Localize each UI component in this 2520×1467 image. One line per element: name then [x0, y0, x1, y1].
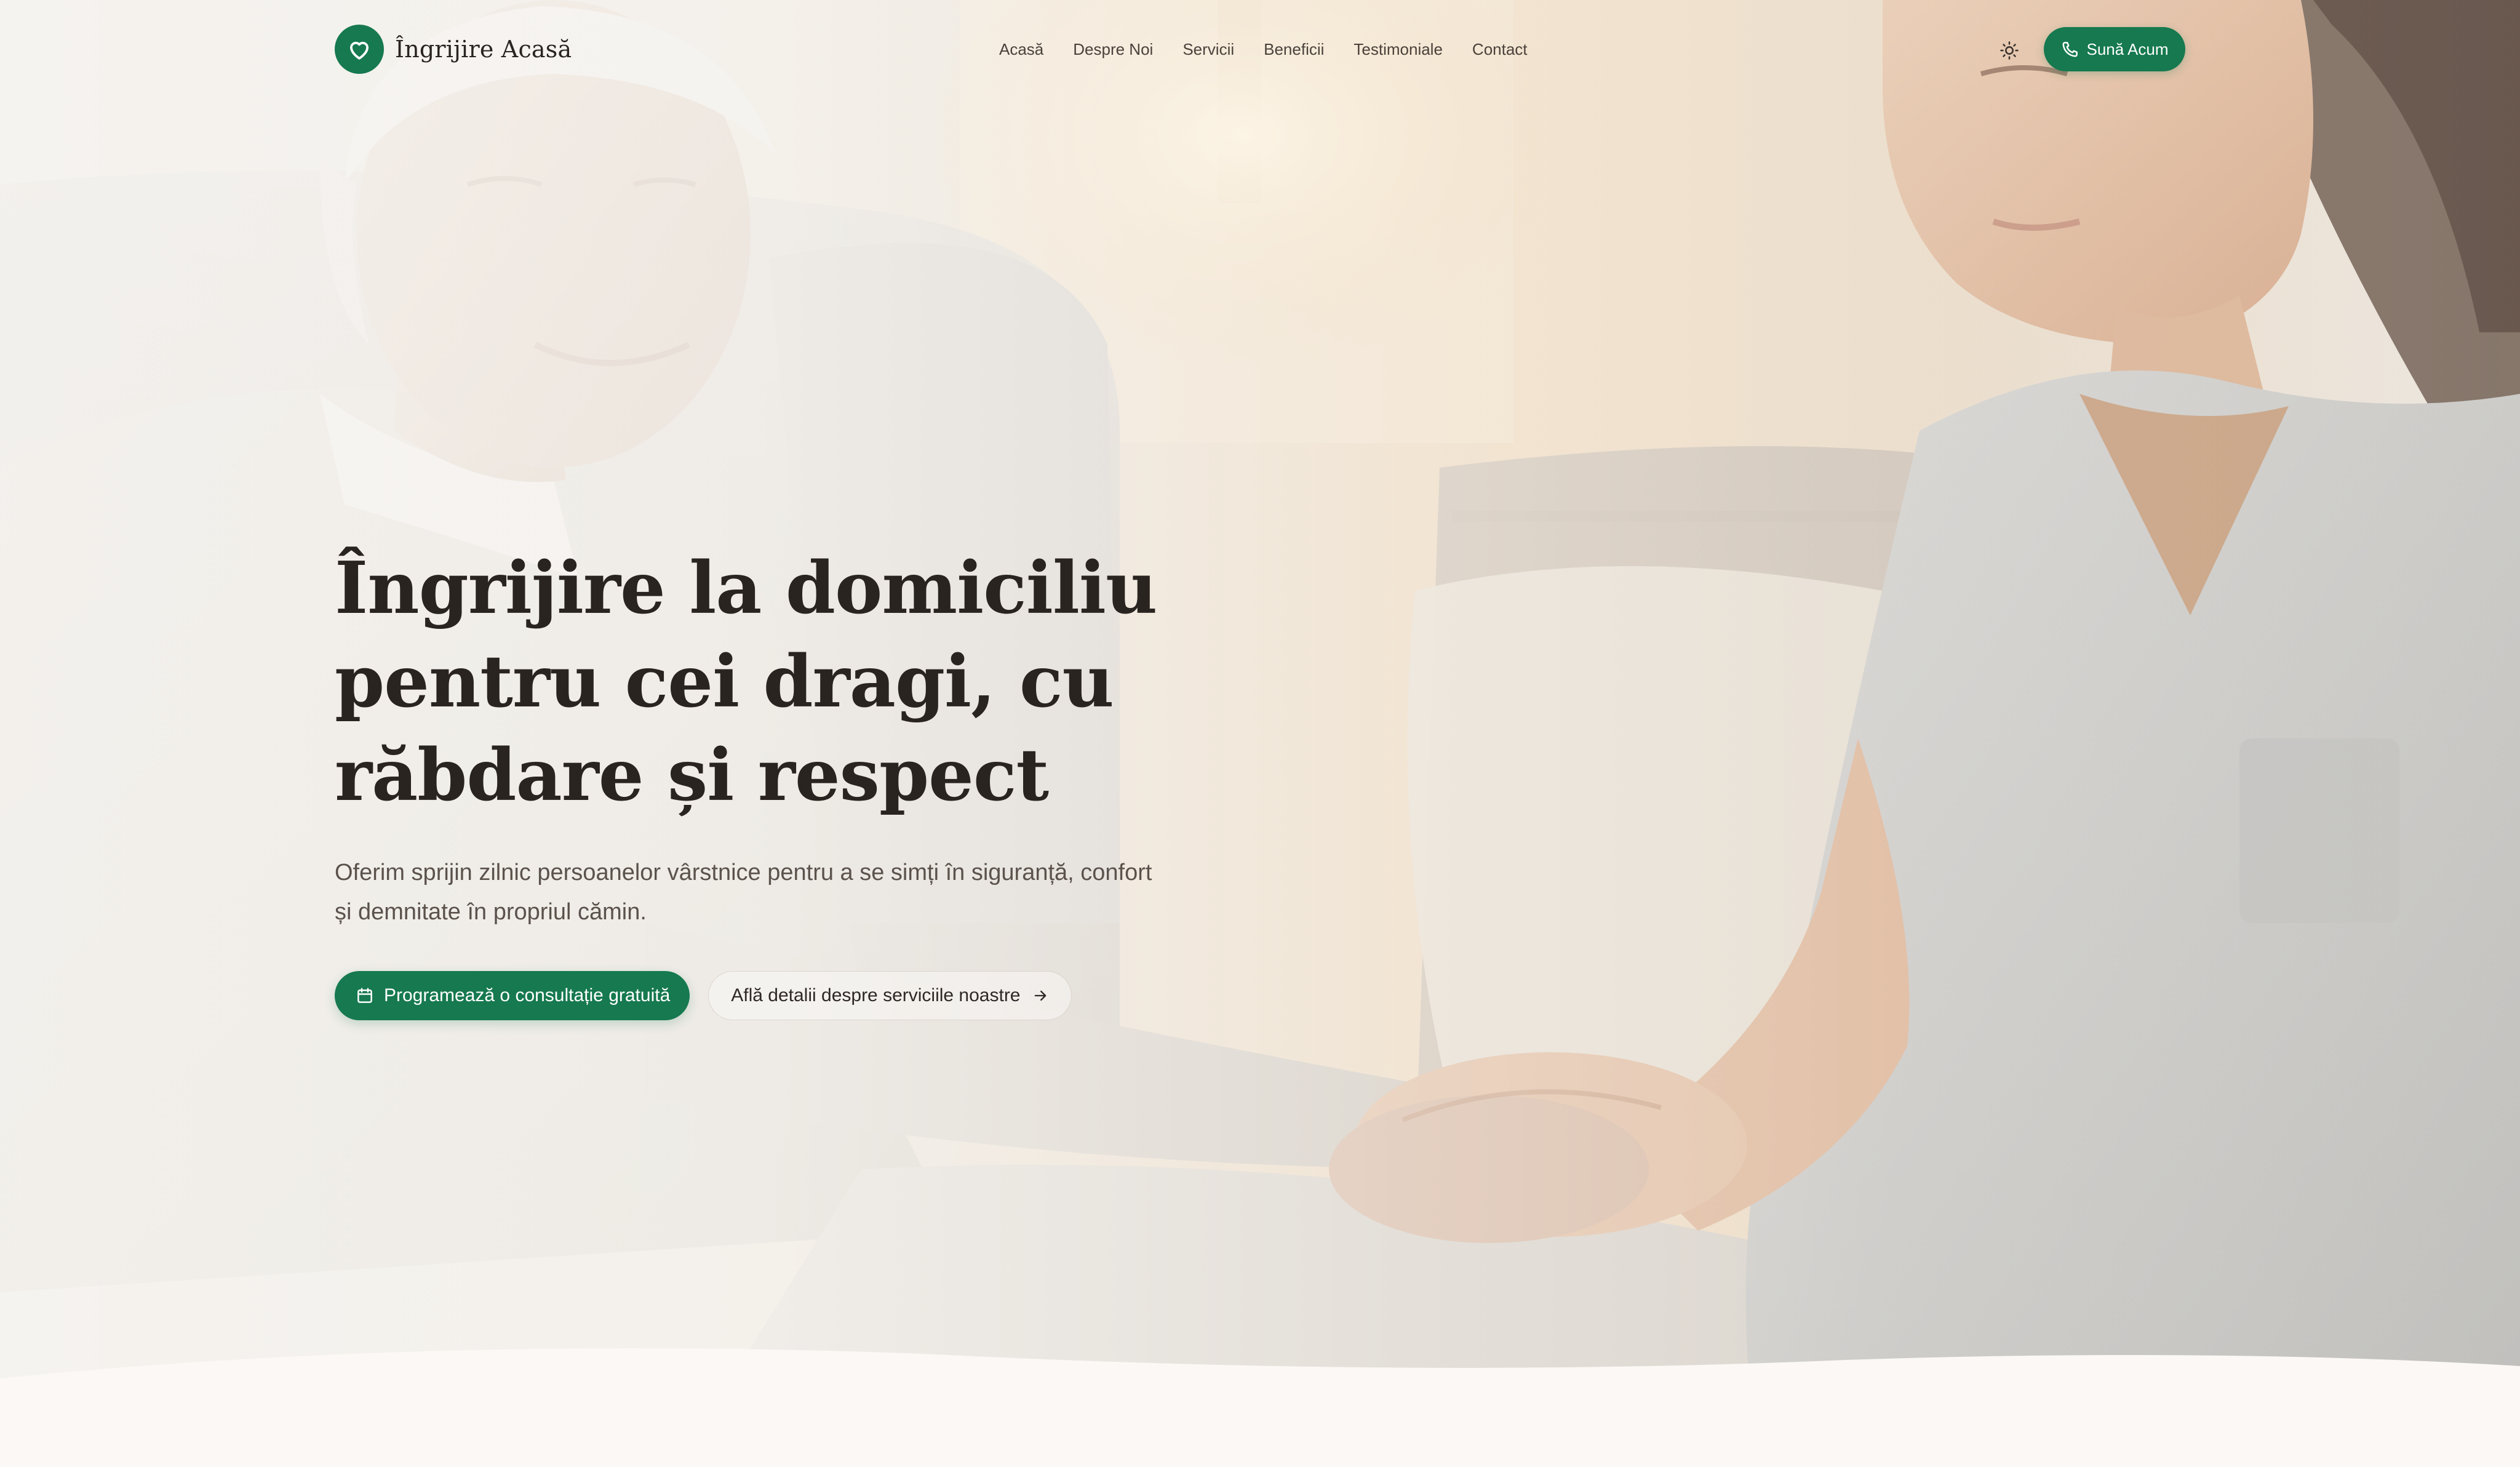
nav-link-beneficii[interactable]: Beneficii [1264, 40, 1324, 59]
call-now-label: Sună Acum [2086, 39, 2169, 58]
sun-icon [1999, 40, 2020, 61]
learn-services-label: Află detalii despre serviciile noastre [731, 985, 1021, 1005]
arrow-right-icon [1032, 987, 1049, 1004]
nav-link-servicii[interactable]: Servicii [1182, 40, 1234, 59]
top-navbar: Îngrijire Acasă Acasă Despre Noi Servici… [0, 0, 2520, 98]
brand-logo-link[interactable]: Îngrijire Acasă [335, 25, 572, 74]
schedule-consultation-label: Programează o consultație gratuită [384, 985, 671, 1005]
page: Îngrijire Acasă Acasă Despre Noi Servici… [0, 0, 2520, 1467]
brand-name: Îngrijire Acasă [395, 36, 572, 63]
nav-link-acasa[interactable]: Acasă [999, 40, 1043, 59]
learn-services-button[interactable]: Află detalii despre serviciile noastre [708, 971, 1072, 1020]
schedule-consultation-button[interactable]: Programează o consultație gratuită [335, 971, 690, 1020]
hero-title: Îngrijire la domiciliu pentru cei dragi,… [335, 546, 1157, 817]
main-nav: Acasă Despre Noi Servicii Beneficii Test… [999, 33, 1528, 65]
theme-toggle-button[interactable] [1996, 37, 2023, 64]
phone-icon [2061, 40, 2079, 58]
heart-icon [346, 36, 372, 62]
calendar-icon [356, 986, 374, 1005]
hero-cta-group: Programează o consultație gratuită Află … [335, 971, 1072, 1020]
hero-subtitle: Oferim sprijin zilnic persoanelor vârstn… [335, 860, 1152, 925]
nav-link-contact[interactable]: Contact [1472, 40, 1528, 59]
call-now-button[interactable]: Sună Acum [2044, 27, 2185, 71]
nav-link-despre-noi[interactable]: Despre Noi [1073, 40, 1153, 59]
brand-badge [335, 25, 384, 74]
section-wave-divider [0, 1348, 2520, 1467]
nav-link-testimoniale[interactable]: Testimoniale [1354, 40, 1443, 59]
